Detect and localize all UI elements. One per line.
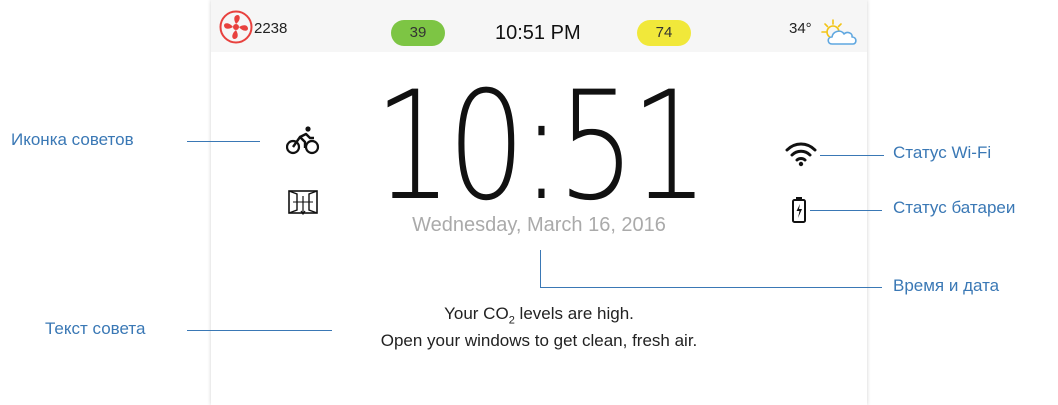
tip-text-line-2: Open your windows to get clean, fresh ai…	[380, 331, 698, 350]
air-quality-badge[interactable]: 39	[391, 20, 445, 46]
annotation-wifi-status: Статус Wi-Fi	[893, 143, 992, 162]
clock-time: 10:51	[374, 60, 709, 234]
annotation-line	[810, 210, 882, 211]
fan-icon[interactable]	[219, 10, 253, 44]
battery-icon[interactable]	[791, 196, 807, 224]
statusbar-time: 10:51 PM	[495, 22, 581, 44]
annotation-time-date: Время и дата	[893, 276, 1000, 295]
annotation-line	[540, 250, 541, 287]
partly-sunny-icon[interactable]	[819, 16, 861, 48]
window-icon[interactable]	[288, 190, 318, 216]
annotation-line	[820, 155, 884, 156]
annotation-tips-icon: Иконка советов	[11, 130, 134, 149]
annotation-line	[187, 141, 260, 142]
status-bar: 2238 39 10:51 PM 74 34°	[211, 0, 867, 52]
tip-text-line-1: Your CO2 levels are high.	[444, 304, 634, 327]
temperature: 34°	[789, 20, 812, 37]
device-screen: 2238 39 10:51 PM 74 34° 10:51 Wednesday,…	[211, 0, 867, 405]
co2-badge[interactable]: 74	[637, 20, 691, 46]
fan-count: 2238	[254, 20, 288, 37]
annotation-line	[540, 287, 882, 288]
bicycle-icon[interactable]	[286, 125, 320, 155]
clock-date: Wednesday, March 16, 2016	[412, 214, 666, 236]
wifi-icon[interactable]	[785, 141, 817, 167]
annotation-line	[187, 330, 332, 331]
annotation-battery-status: Статус батареи	[893, 198, 1016, 217]
annotation-tip-text: Текст совета	[45, 319, 146, 338]
